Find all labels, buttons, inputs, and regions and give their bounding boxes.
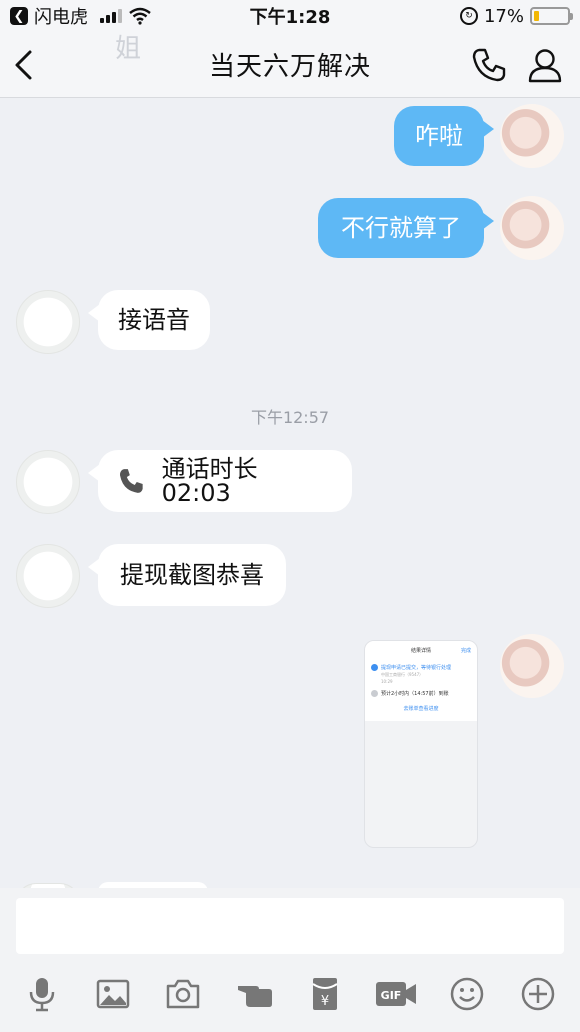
contact-avatar[interactable] — [16, 544, 80, 608]
profile-icon[interactable] — [526, 46, 564, 84]
input-toolbar: ¥ GIF — [0, 972, 580, 1016]
message-bubble-incoming[interactable]: 提现截图恭喜 — [98, 544, 286, 606]
contact-avatar[interactable] — [16, 450, 80, 514]
status-right: ↻ 17% — [459, 5, 573, 27]
wifi-icon — [129, 7, 151, 25]
image-step-1-time: 10:29 — [381, 679, 393, 684]
message-list[interactable]: 咋啦 不行就算了 接语音 下午12:57 通话时长 02:03 提现截图恭喜 结… — [0, 98, 580, 888]
bubble-tail — [482, 212, 494, 230]
image-done-text: 完成 — [460, 648, 471, 654]
check-icon — [371, 664, 378, 671]
svg-text:GIF: GIF — [381, 989, 402, 1002]
image-step-1-text: 提现申请已提交，等待银行处理 — [381, 665, 452, 671]
image-step-1: 提现申请已提交，等待银行处理 中国工商银行（9547） 10:29 — [371, 664, 471, 684]
message-text: 咋啦 — [415, 122, 463, 150]
camera-button[interactable] — [161, 972, 205, 1016]
contact-avatar[interactable] — [16, 290, 80, 354]
gif-icon: GIF — [376, 982, 416, 1006]
poke-button[interactable] — [232, 972, 276, 1016]
camera-icon — [166, 979, 200, 1009]
back-to-app-icon[interactable]: ❮ — [10, 7, 28, 25]
red-packet-icon: ¥ — [312, 978, 338, 1010]
my-avatar[interactable] — [500, 196, 564, 260]
orientation-lock-icon: ↻ — [459, 7, 478, 25]
back-app-label[interactable]: 闪电虎 — [34, 3, 88, 29]
chat-header: 姐 当天六万解决 — [0, 32, 580, 98]
message-text: 不行就算了 — [341, 214, 461, 242]
plus-icon — [521, 977, 555, 1011]
emoji-icon — [450, 977, 484, 1011]
image-step-2: 预计2小时内（14:57前）到账 — [371, 690, 471, 697]
red-packet-button[interactable]: ¥ — [303, 972, 347, 1016]
phone-call-icon[interactable] — [470, 46, 508, 84]
header-background-text: 姐 — [115, 34, 142, 64]
gif-button[interactable]: GIF — [374, 972, 418, 1016]
image-step-2-text: 预计2小时内（14:57前）到账 — [381, 691, 449, 697]
input-area: ¥ GIF — [0, 888, 580, 1032]
image-content: 结果详情 完成 提现申请已提交，等待银行处理 中国工商银行（9547） 10:2… — [365, 641, 477, 721]
image-title: 结果详情 完成 — [371, 647, 471, 654]
image-title-text: 结果详情 — [410, 648, 431, 654]
voice-button[interactable] — [20, 972, 64, 1016]
pending-icon — [371, 690, 378, 697]
battery-level — [534, 11, 540, 21]
message-bubble-outgoing[interactable]: 不行就算了 — [318, 198, 484, 258]
phone-icon — [119, 469, 143, 493]
image-link-text: 去账单查看进度 — [403, 706, 439, 712]
cellular-signal-icon — [100, 9, 122, 23]
emoji-button[interactable] — [445, 972, 489, 1016]
status-bar: ❮ 闪电虎 下午1:28 ↻ 17% — [0, 0, 580, 32]
svg-text:¥: ¥ — [321, 994, 329, 1009]
call-duration-text: 通话时长 02:03 — [161, 455, 258, 507]
chat-title: 当天六万解决 — [208, 52, 371, 82]
bubble-tail — [482, 120, 494, 138]
image-step-1-content: 提现申请已提交，等待银行处理 中国工商银行（9547） 10:29 — [381, 664, 451, 684]
message-input[interactable] — [16, 898, 564, 954]
image-icon — [96, 979, 130, 1009]
back-icon[interactable] — [10, 48, 40, 82]
message-text: 接语音 — [118, 306, 190, 334]
message-bubble-outgoing[interactable]: 咋啦 — [394, 106, 484, 166]
call-record-bubble[interactable]: 通话时长 02:03 — [98, 450, 352, 512]
message-text: 提现截图恭喜 — [120, 561, 264, 589]
image-step-1-bank: 中国工商银行（9547） — [381, 672, 424, 677]
poke-icon — [238, 986, 272, 1007]
my-avatar[interactable] — [500, 104, 564, 168]
battery-icon — [530, 7, 573, 25]
more-button[interactable] — [516, 972, 560, 1016]
status-left: ❮ 闪电虎 — [10, 3, 152, 29]
message-bubble-incoming[interactable]: 接语音 — [98, 290, 210, 350]
image-button[interactable] — [91, 972, 135, 1016]
my-avatar[interactable] — [500, 634, 564, 698]
image-message[interactable]: 结果详情 完成 提现申请已提交，等待银行处理 中国工商银行（9547） 10:2… — [364, 640, 478, 848]
battery-percent: 17% — [483, 5, 524, 27]
mic-icon — [29, 978, 55, 1012]
message-timestamp: 下午12:57 — [250, 408, 330, 427]
